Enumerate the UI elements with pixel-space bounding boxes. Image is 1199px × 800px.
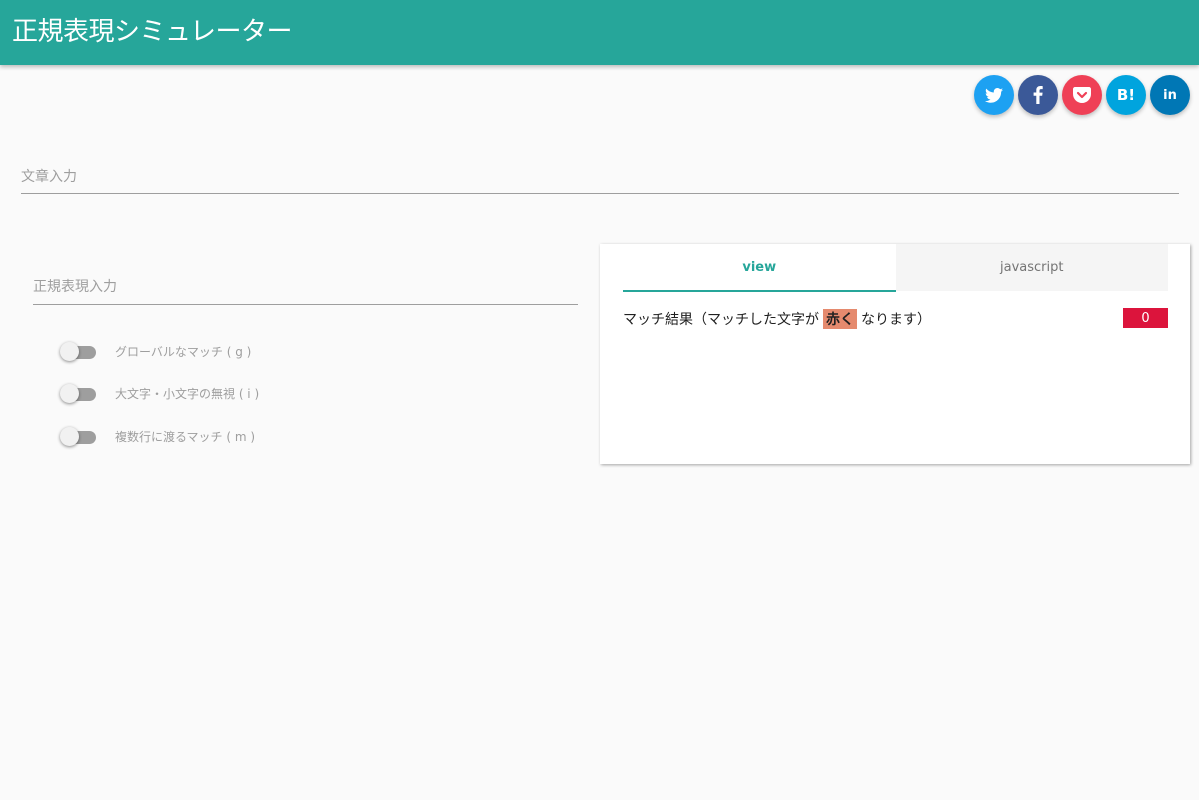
match-result-line: マッチ結果（マッチした文字が 赤く なります） <box>623 309 931 329</box>
tab-javascript[interactable]: javascript <box>895 244 1168 291</box>
app-bar: 正規表現シミュレーター <box>0 0 1199 65</box>
match-result-suffix: なります） <box>861 312 931 328</box>
regex-input[interactable] <box>33 270 578 304</box>
result-card: view javascript マッチ結果（マッチした文字が 赤く なります） … <box>600 244 1190 464</box>
flag-multiline-row: 複数行に渡るマッチ ( m ) <box>60 426 255 446</box>
toggle-knob <box>60 427 79 446</box>
flag-multiline-label: 複数行に渡るマッチ ( m ) <box>115 429 256 444</box>
flag-ignore-case-toggle[interactable] <box>60 383 96 403</box>
toggle-knob <box>60 342 79 361</box>
hatena-icon: B! <box>1116 86 1136 104</box>
highlight-sample: 赤く <box>823 309 857 329</box>
match-result-prefix: マッチ結果（マッチした文字が <box>623 312 819 328</box>
flag-global-row: グローバルなマッチ ( g ) <box>60 341 251 361</box>
tab-view[interactable]: view <box>623 244 896 292</box>
share-buttons: B! in <box>974 75 1194 116</box>
flag-global-toggle[interactable] <box>60 341 96 361</box>
app-title: 正規表現シミュレーター <box>12 17 292 47</box>
regex-input-field <box>33 270 578 305</box>
pocket-icon <box>1073 87 1091 103</box>
linkedin-share-button[interactable]: in <box>1150 75 1190 115</box>
pocket-share-button[interactable] <box>1062 75 1102 115</box>
twitter-icon <box>985 87 1003 103</box>
result-tabs: view javascript <box>623 244 1168 292</box>
twitter-share-button[interactable] <box>974 75 1014 115</box>
flag-multiline-toggle[interactable] <box>60 426 96 446</box>
flag-global-label: グローバルなマッチ ( g ) <box>115 344 252 359</box>
hatena-share-button[interactable]: B! <box>1106 75 1146 115</box>
toggle-knob <box>60 384 79 403</box>
text-input-field <box>21 160 1179 194</box>
flag-ignore-case-label: 大文字・小文字の無視 ( i ) <box>115 386 260 401</box>
facebook-share-button[interactable] <box>1018 75 1058 115</box>
facebook-icon <box>1033 86 1043 104</box>
linkedin-icon: in <box>1163 87 1177 103</box>
flag-ignore-case-row: 大文字・小文字の無視 ( i ) <box>60 383 259 403</box>
match-count-badge: 0 <box>1123 308 1168 328</box>
text-input[interactable] <box>21 160 1179 193</box>
